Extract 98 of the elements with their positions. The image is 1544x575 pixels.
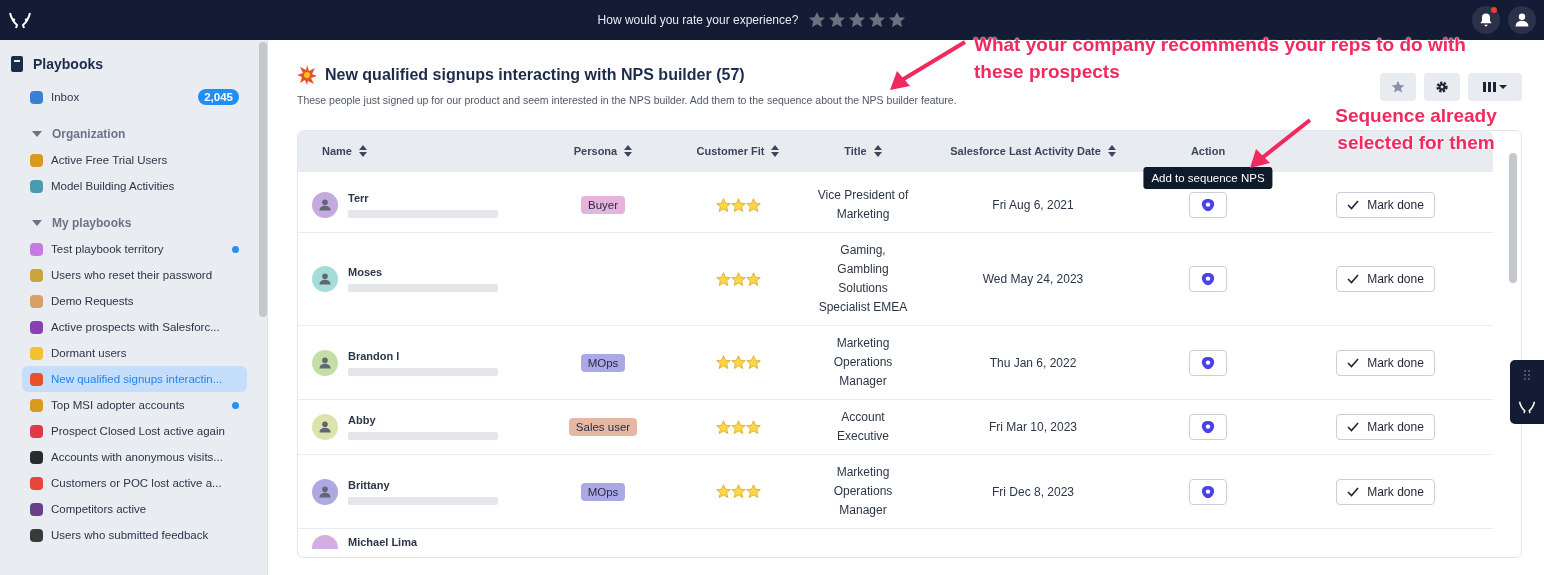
count-badge: 2,045: [198, 89, 239, 105]
prospect-name[interactable]: Brandon l: [348, 349, 498, 362]
antlers-logo-icon[interactable]: [8, 11, 32, 29]
activity-date: Fri Dec 8, 2023: [991, 484, 1074, 499]
add-to-sequence-button[interactable]: [1189, 478, 1227, 505]
avatar-icon: [312, 535, 338, 549]
shield-icon: [1201, 484, 1215, 499]
activity-date: Wed May 24, 2023: [982, 272, 1084, 286]
playbook-item[interactable]: Competitors active: [10, 496, 247, 522]
add-to-sequence-button[interactable]: [1189, 414, 1227, 440]
add-to-sequence-button[interactable]: [1189, 349, 1227, 376]
star-icon: [1391, 80, 1405, 94]
burst-icon: [297, 65, 317, 85]
prospect-name[interactable]: Brittany: [348, 478, 498, 491]
favorite-button[interactable]: [1380, 73, 1416, 101]
checkmark-icon: [1347, 200, 1360, 210]
columns-button[interactable]: [1468, 73, 1522, 101]
job-title: Marketing Operations Manager: [832, 335, 894, 390]
column-header[interactable]: Title: [798, 131, 928, 171]
sort-icon[interactable]: [771, 145, 780, 157]
user-icon: [1514, 12, 1530, 28]
drag-handle-icon[interactable]: [1524, 370, 1530, 380]
profile-button[interactable]: [1508, 6, 1536, 34]
prospect-name[interactable]: Terr: [348, 192, 498, 204]
column-header: Action: [1189, 144, 1227, 159]
job-title: Vice President of Marketing: [816, 187, 910, 223]
playbook-item[interactable]: Top MSI adopter accounts: [10, 392, 247, 418]
group-toggle[interactable]: My playbooks: [10, 210, 232, 236]
prospect-name[interactable]: Moses: [348, 266, 498, 278]
shield-icon: [1201, 420, 1215, 434]
playbook-title: New qualified signups interacting with NPS builder (57): [325, 66, 745, 84]
caret-icon: [32, 131, 42, 137]
settings-icon: [1435, 80, 1449, 94]
annotation-text: Sequence already selected for them: [1334, 104, 1498, 155]
job-title: Account Executive: [836, 409, 890, 445]
activity-date: Thu Jan 6, 2022: [989, 355, 1077, 370]
shield-icon: [1201, 272, 1215, 286]
playbook-item[interactable]: Users who submitted feedback: [10, 522, 247, 548]
prospect-name[interactable]: Abby: [348, 414, 498, 426]
sort-icon[interactable]: [873, 145, 882, 157]
playbook-item[interactable]: Users who reset their password: [10, 262, 247, 288]
playbook-item[interactable]: Dormant users: [10, 340, 247, 366]
activity-date: Fri Mar 10, 2023: [988, 420, 1077, 434]
annotation-arrow: [1250, 118, 1312, 168]
persona-tag: MOps: [580, 353, 626, 372]
add-to-sequence-button[interactable]: [1189, 266, 1227, 292]
playbook-item[interactable]: Accounts with anonymous visits...: [10, 444, 247, 470]
activity-date: Fri Aug 6, 2021: [992, 198, 1074, 212]
add-to-sequence-button[interactable]: [1189, 192, 1227, 218]
sort-icon[interactable]: [624, 145, 633, 157]
playbook-item[interactable]: Customers or POC lost active a...: [10, 470, 247, 496]
playbook-item[interactable]: Prospect Closed Lost active again: [10, 418, 247, 444]
sidebar-title: Playbooks: [33, 56, 104, 72]
playbook-item[interactable]: Test playbook territory: [10, 236, 247, 262]
mark-done-button[interactable]: Mark done: [1336, 414, 1435, 440]
inbox-link[interactable]: Inbox: [51, 91, 191, 103]
job-title: Gaming, Gambling Solutions Specialist EMEA: [817, 242, 909, 316]
checkmark-icon: [1347, 274, 1360, 284]
settings-button[interactable]: [1424, 73, 1460, 101]
antlers-logo-icon: [1518, 400, 1536, 414]
shield-icon: [1201, 198, 1215, 212]
persona-tag: MOps: [580, 482, 626, 501]
checkmark-icon: [1347, 486, 1360, 497]
playbook-item[interactable]: Model Building Activities: [10, 173, 247, 199]
checkmark-icon: [1347, 422, 1360, 432]
job-title: Marketing Operations Manager: [832, 464, 894, 519]
prospect-name[interactable]: Michael Lima: [348, 536, 418, 548]
column-header[interactable]: Salesforce Last Activity Date: [928, 131, 1138, 171]
mark-done-button[interactable]: Mark done: [1336, 266, 1435, 292]
caret-icon: [32, 220, 42, 226]
sort-icon[interactable]: [1107, 145, 1116, 157]
mark-done-button[interactable]: Mark done: [1336, 349, 1435, 376]
scrollbar[interactable]: [1509, 153, 1517, 283]
notifications-button[interactable]: [1472, 6, 1500, 34]
mark-done-button[interactable]: Mark done: [1336, 192, 1435, 218]
mark-done-button[interactable]: Mark done: [1336, 478, 1435, 505]
playbook-item[interactable]: Demo Requests: [10, 288, 247, 314]
scrollbar[interactable]: [259, 42, 267, 317]
playbook-item[interactable]: Active Free Trial Users: [10, 147, 247, 173]
persona-tag: Buyer: [580, 196, 625, 214]
persona-tag: Sales user: [568, 418, 638, 436]
playbook-item[interactable]: Active prospects with Salesforc...: [10, 314, 247, 340]
column-header[interactable]: Name: [298, 131, 528, 171]
sort-icon[interactable]: [358, 145, 367, 157]
checkmark-icon: [1347, 357, 1360, 368]
floating-widget[interactable]: [1510, 360, 1544, 424]
bell-icon: [1478, 12, 1494, 28]
column-header[interactable]: Persona: [528, 131, 678, 171]
rating-prompt: How would you rate your experience?: [597, 13, 799, 27]
tooltip: Add to sequence NPS: [1143, 167, 1273, 189]
column-header[interactable]: Customer Fit: [678, 131, 798, 171]
playbook-description: These people just signed up for our product and seem interested in the NPS builder. Add them to the sequence about the NPS builder feature.: [297, 94, 957, 106]
shield-icon: [1201, 355, 1215, 370]
book-icon: [10, 56, 24, 72]
group-toggle[interactable]: Organization: [10, 121, 232, 147]
annotation-text: What your company recommends your reps to do with these prospects: [974, 33, 1467, 84]
columns-caret-icon: [1483, 81, 1507, 93]
rating-stars[interactable]: [808, 11, 907, 29]
